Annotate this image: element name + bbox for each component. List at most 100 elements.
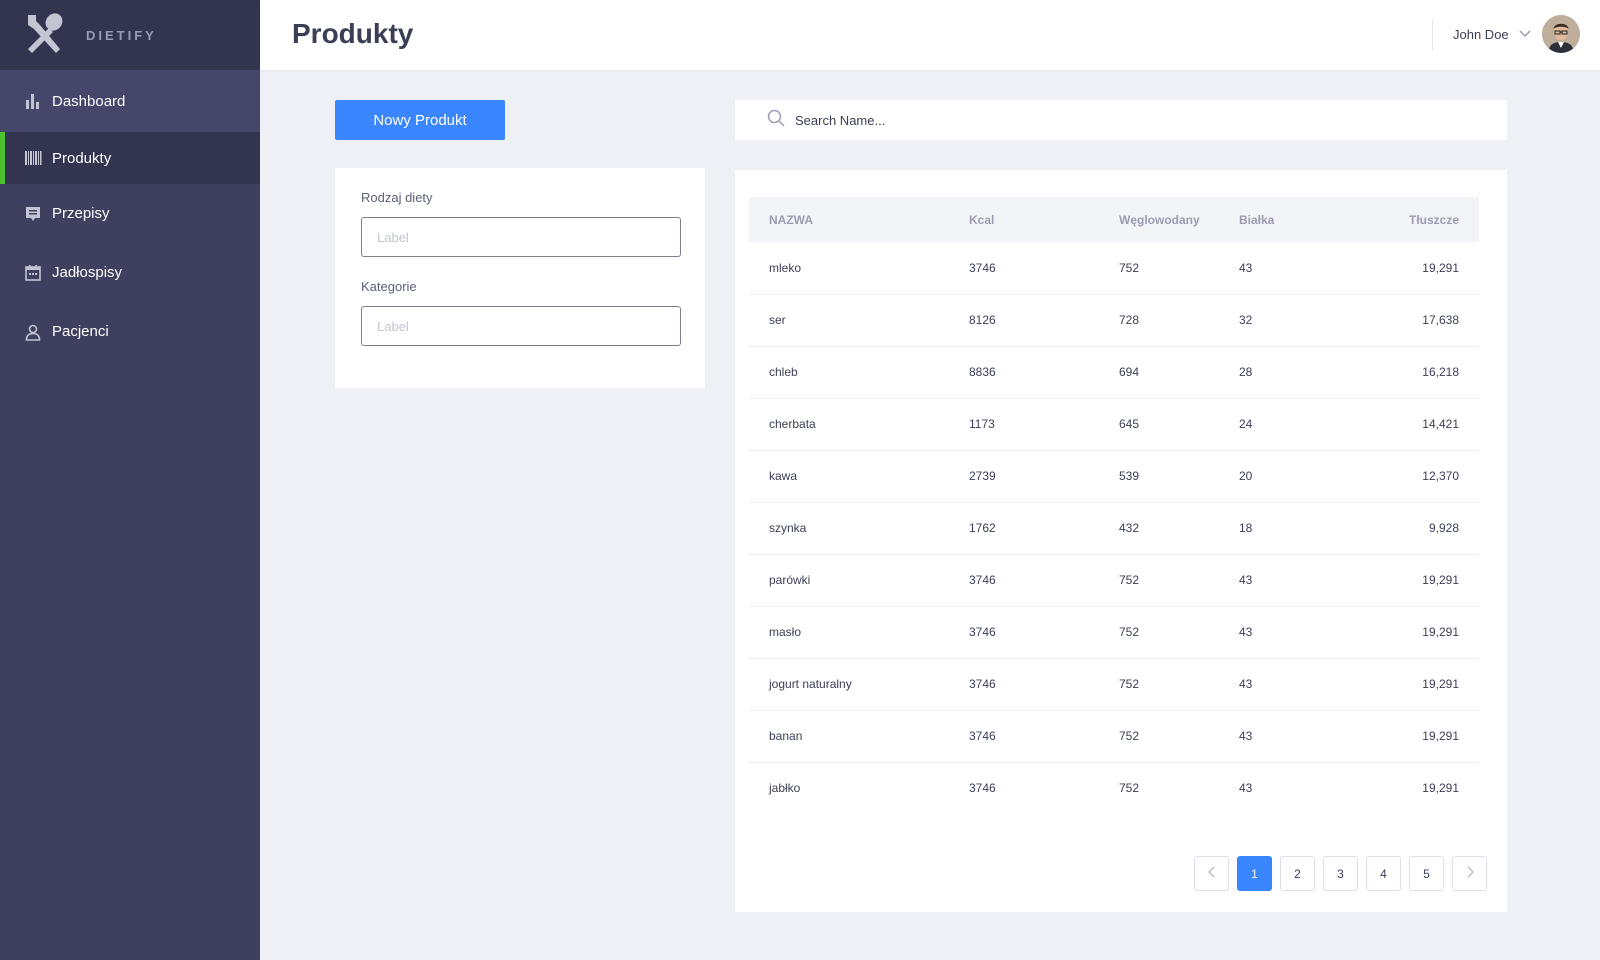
table-row[interactable]: jogurt naturalny 3746 752 43 19,291 bbox=[749, 658, 1479, 711]
search-input[interactable] bbox=[795, 112, 1475, 128]
diet-type-field[interactable] bbox=[361, 217, 681, 257]
brand-name: DIETIFY bbox=[86, 27, 157, 43]
bar-chart-icon bbox=[24, 92, 42, 110]
cell-protein: 43 bbox=[1239, 658, 1359, 711]
cell-name: banan bbox=[749, 710, 969, 763]
cell-carbs: 432 bbox=[1119, 502, 1239, 555]
search-bar bbox=[735, 100, 1507, 140]
page-title: Produkty bbox=[292, 18, 414, 49]
top-header: Produkty John Doe bbox=[260, 0, 1600, 70]
products-table: NAZWA Kcal Węglowodany Białka Tłuszcze m… bbox=[749, 197, 1479, 814]
cell-protein: 28 bbox=[1239, 346, 1359, 399]
cell-fat: 19,291 bbox=[1359, 658, 1479, 711]
cell-fat: 9,928 bbox=[1359, 502, 1479, 555]
chevron-left-icon bbox=[1206, 866, 1218, 881]
user-icon bbox=[24, 323, 42, 341]
cell-protein: 43 bbox=[1239, 242, 1359, 295]
sidebar-item-label: Dashboard bbox=[52, 92, 126, 110]
cell-protein: 18 bbox=[1239, 502, 1359, 555]
receipt-icon bbox=[24, 205, 42, 223]
cell-protein: 24 bbox=[1239, 398, 1359, 451]
cell-kcal: 3746 bbox=[969, 710, 1119, 763]
cell-kcal: 3746 bbox=[969, 658, 1119, 711]
cell-carbs: 752 bbox=[1119, 710, 1239, 763]
cell-carbs: 645 bbox=[1119, 398, 1239, 451]
pagination-prev-button[interactable] bbox=[1194, 856, 1229, 891]
cell-name: jogurt naturalny bbox=[749, 658, 969, 711]
cell-kcal: 3746 bbox=[969, 554, 1119, 607]
cell-carbs: 752 bbox=[1119, 554, 1239, 607]
cell-name: mleko bbox=[749, 242, 969, 295]
sidebar: DIETIFY Dashboard Produkty Przepisy Jadł… bbox=[0, 0, 260, 960]
pagination: 1 2 3 4 5 bbox=[1186, 856, 1487, 891]
barcode-icon bbox=[24, 149, 42, 167]
sidebar-item-produkty[interactable]: Produkty bbox=[0, 132, 260, 184]
cell-protein: 43 bbox=[1239, 781, 1253, 796]
calendar-icon bbox=[24, 264, 42, 282]
logo[interactable]: DIETIFY bbox=[0, 0, 260, 70]
category-field[interactable] bbox=[361, 306, 681, 346]
cell-kcal: 3746 bbox=[969, 781, 996, 796]
cell-name: chleb bbox=[749, 346, 969, 399]
table-row[interactable]: ser 8126 728 32 17,638 bbox=[749, 294, 1479, 347]
pagination-next-button[interactable] bbox=[1452, 856, 1487, 891]
cell-carbs: 752 bbox=[1119, 658, 1239, 711]
cell-protein: 43 bbox=[1239, 710, 1359, 763]
cell-kcal: 3746 bbox=[969, 242, 1119, 295]
table-row[interactable]: banan 3746 752 43 19,291 bbox=[749, 710, 1479, 763]
sidebar-item-pacjenci[interactable]: Pacjenci bbox=[0, 302, 260, 361]
table-row[interactable]: cherbata 1173 645 24 14,421 bbox=[749, 398, 1479, 451]
new-product-button[interactable]: Nowy Produkt bbox=[335, 100, 505, 140]
cell-name: kawa bbox=[749, 450, 969, 503]
table-row[interactable]: mleko 3746 752 43 19,291 bbox=[749, 242, 1479, 295]
page-button-3[interactable]: 3 bbox=[1323, 856, 1358, 891]
cell-name: ser bbox=[749, 294, 969, 347]
page-button-5[interactable]: 5 bbox=[1409, 856, 1444, 891]
cell-name: jabłko bbox=[769, 781, 801, 796]
column-header-protein[interactable]: Białka bbox=[1239, 197, 1359, 242]
sidebar-item-przepisy[interactable]: Przepisy bbox=[0, 184, 260, 243]
cell-kcal: 8836 bbox=[969, 346, 1119, 399]
page-button-4[interactable]: 4 bbox=[1366, 856, 1401, 891]
chevron-down-icon[interactable] bbox=[1518, 27, 1532, 41]
column-header-fat[interactable]: Tłuszcze bbox=[1359, 197, 1479, 242]
header-divider bbox=[1432, 20, 1433, 50]
sidebar-item-label: Produkty bbox=[52, 149, 112, 167]
table-row[interactable]: szynka 1762 432 18 9,928 bbox=[749, 502, 1479, 555]
diet-type-label: Rodzaj diety bbox=[361, 190, 433, 205]
page-button-1[interactable]: 1 bbox=[1237, 856, 1272, 891]
cell-fat: 12,370 bbox=[1359, 450, 1479, 503]
cell-kcal: 1762 bbox=[969, 502, 1119, 555]
cell-fat: 19,291 bbox=[1359, 242, 1479, 295]
cell-kcal: 2739 bbox=[969, 450, 1119, 503]
column-header-carbs[interactable]: Węglowodany bbox=[1119, 197, 1239, 242]
cell-protein: 32 bbox=[1239, 294, 1359, 347]
sidebar-item-label: Jadłospisy bbox=[52, 264, 123, 281]
search-icon bbox=[767, 109, 785, 132]
table-row[interactable]: jabłko 3746 752 43 19,291 bbox=[749, 762, 1479, 814]
cell-fat: 19,291 bbox=[1359, 606, 1479, 659]
column-header-kcal[interactable]: Kcal bbox=[969, 197, 1119, 242]
cell-name: szynka bbox=[749, 502, 969, 555]
user-name[interactable]: John Doe bbox=[1453, 27, 1509, 42]
cell-carbs: 539 bbox=[1119, 450, 1239, 503]
avatar[interactable] bbox=[1542, 15, 1580, 53]
cell-fat: 19,291 bbox=[1422, 781, 1459, 796]
cell-protein: 43 bbox=[1239, 554, 1359, 607]
cell-name: cherbata bbox=[749, 398, 969, 451]
table-row[interactable]: masło 3746 752 43 19,291 bbox=[749, 606, 1479, 659]
table-row[interactable]: parówki 3746 752 43 19,291 bbox=[749, 554, 1479, 607]
sidebar-item-dashboard[interactable]: Dashboard bbox=[0, 70, 260, 132]
column-header-name[interactable]: NAZWA bbox=[749, 197, 969, 242]
table-row[interactable]: chleb 8836 694 28 16,218 bbox=[749, 346, 1479, 399]
table-row[interactable]: kawa 2739 539 20 12,370 bbox=[749, 450, 1479, 503]
sidebar-item-jadlospisy[interactable]: Jadłospisy bbox=[0, 243, 260, 302]
category-label: Kategorie bbox=[361, 279, 417, 294]
page-button-2[interactable]: 2 bbox=[1280, 856, 1315, 891]
sidebar-item-label: Pacjenci bbox=[52, 323, 109, 340]
filter-panel: Rodzaj diety Kategorie bbox=[335, 168, 705, 388]
cell-kcal: 8126 bbox=[969, 294, 1119, 347]
cell-kcal: 3746 bbox=[969, 606, 1119, 659]
cell-name: parówki bbox=[749, 554, 969, 607]
cell-fat: 19,291 bbox=[1359, 554, 1479, 607]
